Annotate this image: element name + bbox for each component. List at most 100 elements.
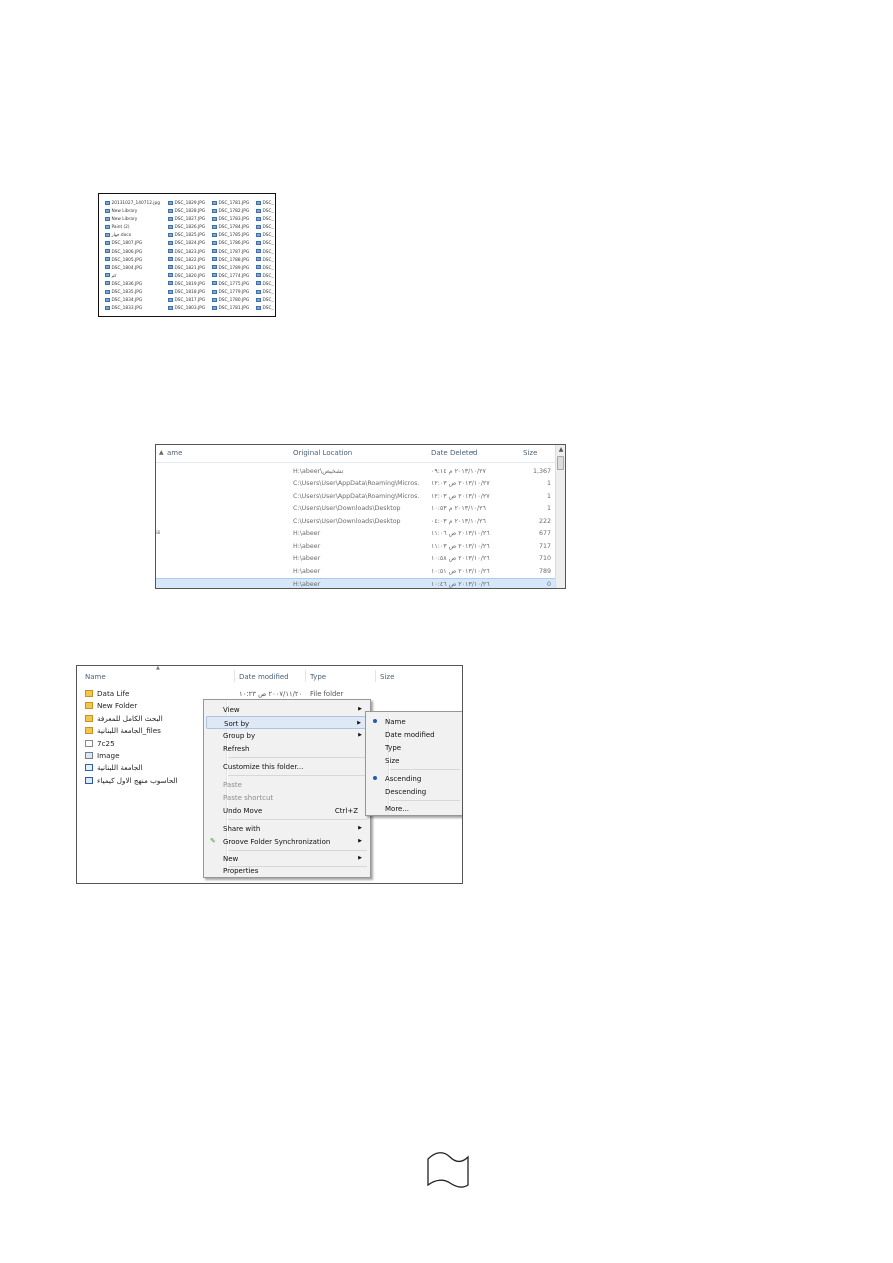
table-row[interactable]: New LibraryC:\Users\User\AppData\Roaming… <box>156 478 555 491</box>
file-list-entry[interactable]: DSC_1780.JPG <box>212 297 254 305</box>
vertical-scrollbar[interactable]: ▲ <box>555 445 565 588</box>
list-item[interactable]: Data Life <box>85 689 129 701</box>
list-item[interactable]: البحث الكامل للمعرفة <box>85 714 163 726</box>
menu-item-sort-by[interactable]: Sort by ▶ <box>206 716 368 729</box>
table-row[interactable]: Paint (2)C:\Users\User\Downloads\Desktop… <box>156 503 555 516</box>
list-item[interactable]: New Folder <box>85 701 137 713</box>
list-item[interactable]: الجامعة اللبنانية_files <box>85 726 161 738</box>
file-list-entry[interactable]: DSC_1781.JPG <box>212 305 254 313</box>
list-item[interactable]: 7c25 <box>85 739 115 751</box>
table-row[interactable]: DSC_1806.JPGH:\abeer٢٠١٣/١٠/٢٦ ص ١١:٠٣71… <box>156 540 555 553</box>
file-list-entry[interactable]: DSC_1820.JPG <box>168 273 210 281</box>
file-list-entry[interactable]: DSC_1787.JPG <box>212 249 254 257</box>
file-list-entry[interactable]: DSC_1829.JPG <box>168 200 210 208</box>
file-list-entry[interactable]: DSC_ <box>256 224 275 232</box>
file-list-entry[interactable]: 20131027_140712.jpg <box>105 200 163 208</box>
file-list-entry[interactable]: كم <box>105 273 163 281</box>
column-header-date-modified[interactable]: Date modified <box>239 673 289 681</box>
file-list-entry[interactable]: DSC_1818.JPG <box>168 289 210 297</box>
column-header-size[interactable]: Size <box>523 449 537 457</box>
table-row[interactable]: 20131027_140712.jpgH:\abeer\تشخيص٢٠١٣/١٠… <box>156 465 555 478</box>
sort-option-type[interactable]: Type <box>368 741 461 754</box>
file-list-entry[interactable]: DSC_1781.JPG <box>212 200 254 208</box>
sort-option-name[interactable]: Name <box>368 715 461 728</box>
column-divider[interactable] <box>375 670 376 682</box>
column-header-type[interactable]: Type <box>310 673 326 681</box>
sort-option-more[interactable]: More... <box>368 802 461 815</box>
menu-item-group-by[interactable]: Group by ▶ <box>206 729 368 742</box>
table-row[interactable]: كمH:\abeer٢٠١٣/١٠/٢٦ ص ١٠:٤٦0 <box>156 577 555 588</box>
file-list-entry[interactable]: DSC_ <box>256 249 275 257</box>
list-item[interactable]: Image <box>85 751 120 763</box>
table-row[interactable]: DSC_1807.JPGH:\abeer٢٠١٣/١٠/٢٦ ص ١١:٠٦67… <box>156 528 555 541</box>
file-list-entry[interactable]: DSC_1817.JPG <box>168 297 210 305</box>
file-list-entry[interactable]: DSC_1825.JPG <box>168 232 210 240</box>
sort-option-date-modified[interactable]: Date modified <box>368 728 461 741</box>
menu-item-refresh[interactable]: Refresh <box>206 742 368 755</box>
file-list-entry[interactable]: DSC_ <box>256 232 275 240</box>
file-list-entry[interactable]: DSC_1824.JPG <box>168 240 210 248</box>
file-list-entry[interactable]: New Library <box>105 208 163 216</box>
table-row[interactable]: جهاز.docxC:\Users\User\Downloads\Desktop… <box>156 515 555 528</box>
file-list-entry[interactable]: DSC_ <box>256 289 275 297</box>
menu-item-groove-sync[interactable]: ✎ Groove Folder Synchronization ▶ <box>206 835 368 848</box>
column-header-name[interactable]: Name <box>85 673 106 681</box>
file-list-entry[interactable]: DSC_ <box>256 265 275 273</box>
file-list-entry[interactable]: DSC_1786.JPG <box>212 240 254 248</box>
menu-item-paste-shortcut[interactable]: Paste shortcut <box>206 791 368 804</box>
list-item[interactable]: الجامعة اللبنانية <box>85 763 143 775</box>
file-list-entry[interactable]: DSC_1782.JPG <box>212 208 254 216</box>
menu-item-share-with[interactable]: Share with ▶ <box>206 822 368 835</box>
file-list-entry[interactable]: DSC_ <box>256 216 275 224</box>
scroll-up-arrow-icon[interactable]: ▲ <box>556 445 565 455</box>
file-list-entry[interactable]: DSC_1788.JPG <box>212 257 254 265</box>
file-list-entry[interactable]: Paint (2) <box>105 224 163 232</box>
file-list-entry[interactable]: DSC_1834.JPG <box>105 297 163 305</box>
column-header-size[interactable]: Size <box>380 673 394 681</box>
sort-option-descending[interactable]: Descending <box>368 785 461 798</box>
file-list-entry[interactable]: DSC_1826.JPG <box>168 224 210 232</box>
file-list-entry[interactable]: DSC_1836.JPG <box>105 281 163 289</box>
column-header-name[interactable]: ame <box>167 449 182 457</box>
menu-item-properties[interactable]: Properties <box>206 862 368 875</box>
table-row[interactable]: New LibraryC:\Users\User\AppData\Roaming… <box>156 490 555 503</box>
file-list-entry[interactable]: DSC_1775.JPG <box>212 281 254 289</box>
file-list-entry[interactable]: DSC_1822.JPG <box>168 257 210 265</box>
file-list-entry[interactable]: DSC_ <box>256 240 275 248</box>
file-list-entry[interactable]: New Library <box>105 216 163 224</box>
file-list-entry[interactable]: DSC_1819.JPG <box>168 281 210 289</box>
file-list-entry[interactable]: DSC_ <box>256 297 275 305</box>
file-list-entry[interactable]: DSC_1784.JPG <box>212 224 254 232</box>
file-list-entry[interactable]: جهاز.docx <box>105 232 163 240</box>
file-list-entry[interactable]: DSC_1785.JPG <box>212 232 254 240</box>
menu-item-view[interactable]: View ▶ <box>206 703 368 716</box>
file-list-entry[interactable]: DSC_ <box>256 281 275 289</box>
file-list-entry[interactable]: DSC_1821.JPG <box>168 265 210 273</box>
file-list-entry[interactable]: DSC_1807.JPG <box>105 240 163 248</box>
column-divider[interactable] <box>305 670 306 682</box>
file-list-entry[interactable]: DSC_ <box>256 200 275 208</box>
file-list-entry[interactable]: DSC_1806.JPG <box>105 249 163 257</box>
sort-option-ascending[interactable]: Ascending <box>368 772 461 785</box>
file-list-entry[interactable]: DSC_1803.JPG <box>168 305 210 313</box>
file-list-entry[interactable]: DSC_1828.JPG <box>168 208 210 216</box>
file-list-entry[interactable]: DSC_1774.JPG <box>212 273 254 281</box>
file-list-entry[interactable]: DSC_1783.JPG <box>212 216 254 224</box>
scrollbar-thumb[interactable] <box>557 456 564 470</box>
file-list-entry[interactable]: DSC_1779.JPG <box>212 289 254 297</box>
file-list-entry[interactable]: DSC_ <box>256 257 275 265</box>
menu-item-undo-move[interactable]: Undo Move Ctrl+Z <box>206 804 368 817</box>
menu-item-customize-folder[interactable]: Customize this folder... <box>206 760 368 773</box>
file-list-entry[interactable]: DSC_1789.JPG <box>212 265 254 273</box>
file-list-entry[interactable]: DSC_1835.JPG <box>105 289 163 297</box>
file-list-entry[interactable]: DSC_1827.JPG <box>168 216 210 224</box>
column-divider[interactable] <box>234 670 235 682</box>
table-row[interactable]: DSC_1805.JPGH:\abeer٢٠١٣/١٠/٢٦ ص ١٠:٥٨71… <box>156 553 555 566</box>
file-list-entry[interactable]: DSC_ <box>256 273 275 281</box>
sort-option-size[interactable]: Size <box>368 754 461 767</box>
file-list-entry[interactable]: DSC_1804.JPG <box>105 265 163 273</box>
file-list-entry[interactable]: DSC_1833.JPG <box>105 305 163 313</box>
column-header-original-location[interactable]: Original Location <box>293 449 352 457</box>
file-list-entry[interactable]: DSC_1805.JPG <box>105 257 163 265</box>
file-list-entry[interactable]: DSC_1823.JPG <box>168 249 210 257</box>
